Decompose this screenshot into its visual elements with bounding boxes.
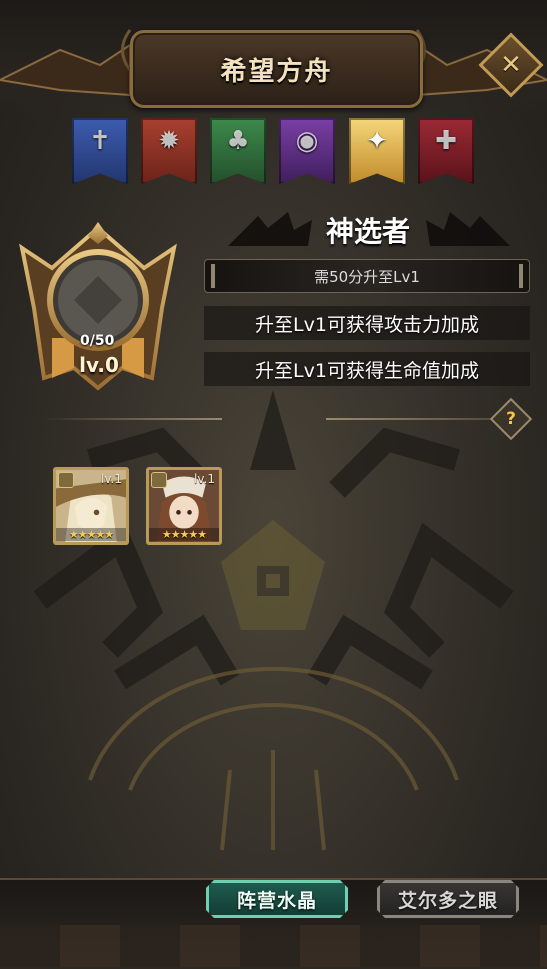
hero-level: lv.1 [194,472,215,486]
upgrade-requirement: 需50分升至Lv1 [204,259,530,293]
close-icon[interactable]: ✕ [488,42,534,88]
sun-gear-icon: ✹ [158,126,180,156]
tab-faction-crystal[interactable]: 阵营水晶 [206,880,348,918]
faction-tab-red[interactable]: ✹ [141,118,197,184]
faction-tab-blue[interactable]: ✝ [72,118,128,184]
faction-tabs: ✝ ✹ ♣ ◉ ✦ ✚ [72,118,482,188]
star-burst-icon: ✦ [366,126,388,156]
hero-card[interactable]: lv.1 ★★★★★ [146,467,222,545]
class-badge-icon [58,472,74,488]
rank-points: 0/50 [80,333,115,349]
cross-icon: ✝ [89,126,111,156]
question-mark-icon[interactable]: ? [496,404,526,434]
faction-tab-gold[interactable]: ✦ [349,118,405,184]
divider-right [326,418,496,420]
bonus-attack: 升至Lv1可获得攻击力加成 [204,306,530,340]
clover-icon: ♣ [226,126,250,156]
class-badge-icon [151,472,167,488]
bottom-decoration [0,925,547,967]
page-title: 希望方舟 [220,56,333,87]
divider-left [42,418,222,420]
hero-stars: ★★★★★ [56,528,126,541]
faction-tab-purple[interactable]: ◉ [279,118,335,184]
faction-emblem-watermark [33,390,514,851]
demon-icon: ✚ [435,126,457,156]
tab-eye-of-eldo[interactable]: 艾尔多之眼 [377,880,519,918]
rank-level: lv.0 [79,353,119,377]
faction-tab-crimson[interactable]: ✚ [418,118,474,184]
hero-level: lv.1 [101,472,122,486]
hero-card[interactable]: lv.1 ★★★★★ [53,467,129,545]
faction-tab-green[interactable]: ♣ [210,118,266,184]
bonus-hp: 升至Lv1可获得生命值加成 [204,352,530,386]
eye-icon: ◉ [295,126,319,156]
hero-stars: ★★★★★ [149,528,219,541]
rank-title: 神选者 [325,215,410,248]
